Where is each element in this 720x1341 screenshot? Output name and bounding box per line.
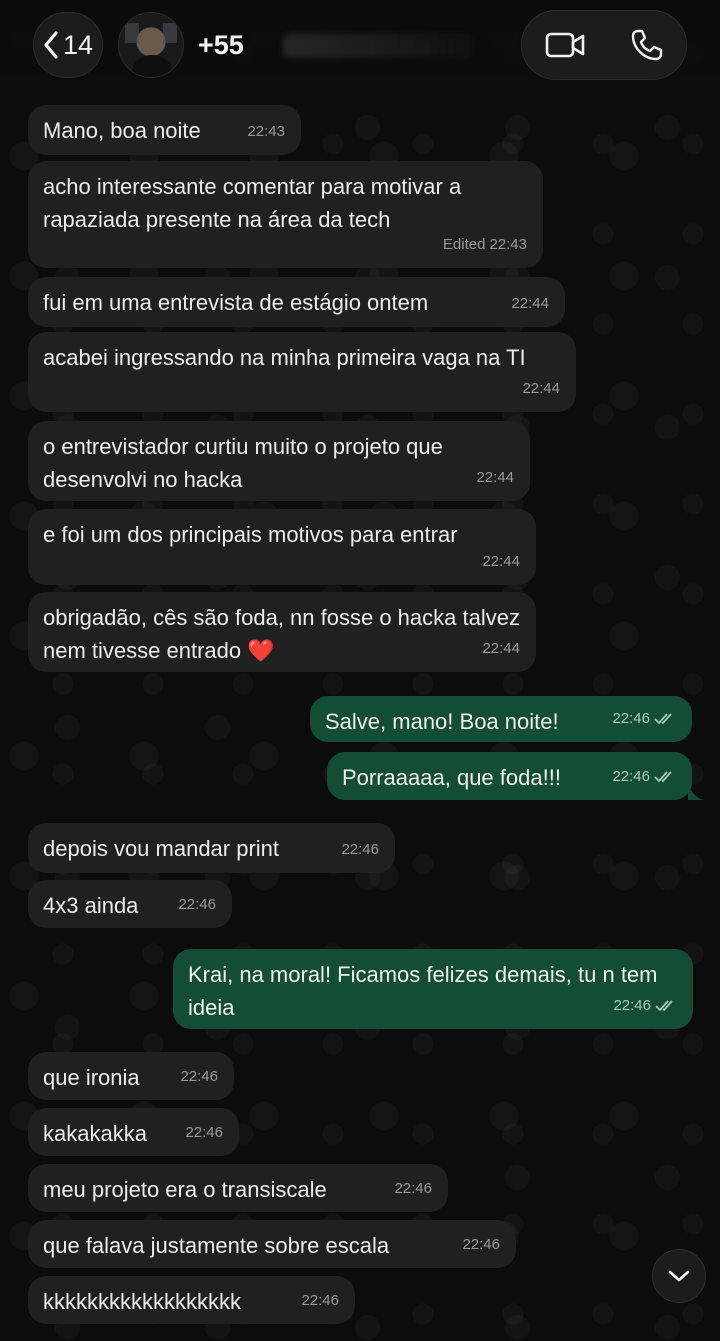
unread-count: 14 xyxy=(62,29,94,60)
message-time: 22:46 xyxy=(185,1124,223,1141)
message-time: 22:46 xyxy=(178,896,216,913)
message-bubble[interactable]: que falava justamente sobre escala 22:46 xyxy=(28,1220,516,1268)
contact-name[interactable]: +55 xyxy=(198,30,244,61)
message-bubble[interactable]: acabei ingressando na minha primeira vag… xyxy=(28,332,576,412)
voice-call-button[interactable] xyxy=(624,25,670,65)
message-bubble[interactable]: meu projeto era o transiscale 22:46 xyxy=(28,1164,448,1212)
message-text: que ironia xyxy=(43,1065,140,1090)
message-text: acho interessante comentar para motivar … xyxy=(43,174,462,232)
message-text: Porraaaaa, que foda!!! xyxy=(342,765,561,790)
message-bubble[interactable]: acho interessante comentar para motivar … xyxy=(28,161,543,268)
message-text: obrigadão, cês são foda, nn fosse o hack… xyxy=(43,605,520,663)
double-check-icon xyxy=(655,999,673,1011)
message-text: depois vou mandar print xyxy=(43,836,280,861)
message-time: 22:46 xyxy=(613,997,651,1014)
message-time: 22:46 xyxy=(612,768,650,785)
message-text: que falava justamente sobre escala xyxy=(43,1233,390,1258)
message-text: kakakakka xyxy=(43,1121,147,1146)
message-time: 22:44 xyxy=(511,295,549,312)
message-time: 22:46 xyxy=(301,1292,339,1309)
message-time: 22:46 xyxy=(180,1068,218,1085)
message-time: 22:43 xyxy=(489,236,527,253)
double-check-icon xyxy=(654,770,672,782)
message-text: Krai, na moral! Ficamos felizes demais, … xyxy=(188,962,658,1020)
chevron-down-icon xyxy=(668,1270,690,1282)
message-bubble[interactable]: o entrevistador curtiu muito o projeto q… xyxy=(28,421,530,501)
message-time: 22:43 xyxy=(247,123,285,140)
message-text: fui em uma entrevista de estágio ontem xyxy=(43,290,429,315)
chat-header: 14 +55 xyxy=(0,0,720,96)
message-bubble-sent[interactable]: Porraaaaa, que foda!!! 22:46 xyxy=(327,752,692,800)
chevron-left-icon xyxy=(44,31,58,59)
message-text: e foi um dos principais motivos para ent… xyxy=(43,522,458,547)
message-text: Mano, boa noite xyxy=(43,118,201,143)
message-bubble[interactable]: obrigadão, cês são foda, nn fosse o hack… xyxy=(28,592,536,672)
message-time: 22:46 xyxy=(341,841,379,858)
scroll-to-bottom-button[interactable] xyxy=(652,1249,706,1303)
message-bubble[interactable]: kakakakka 22:46 xyxy=(28,1108,239,1156)
back-button[interactable]: 14 xyxy=(33,12,103,78)
message-bubble-sent[interactable]: Salve, mano! Boa noite! 22:46 xyxy=(310,696,692,742)
message-bubble[interactable]: e foi um dos principais motivos para ent… xyxy=(28,509,536,585)
message-time: 22:44 xyxy=(482,553,520,570)
message-bubble[interactable]: kkkkkkkkkkkkkkkkkk 22:46 xyxy=(28,1276,355,1324)
redacted-name xyxy=(283,34,473,58)
message-text: acabei ingressando na minha primeira vag… xyxy=(43,345,526,370)
edited-label: Edited xyxy=(442,236,486,253)
message-bubble[interactable]: fui em uma entrevista de estágio ontem 2… xyxy=(28,277,565,327)
message-time: 22:46 xyxy=(462,1236,500,1253)
message-bubble[interactable]: depois vou mandar print 22:46 xyxy=(28,823,395,873)
message-bubble[interactable]: que ironia 22:46 xyxy=(28,1052,234,1100)
message-time: 22:44 xyxy=(476,469,514,486)
message-bubble[interactable]: Mano, boa noite 22:43 xyxy=(28,105,301,155)
message-time: 22:46 xyxy=(612,710,650,727)
message-time: 22:44 xyxy=(482,640,520,657)
bubble-tail xyxy=(688,784,704,800)
video-camera-icon xyxy=(545,32,585,58)
message-text: o entrevistador curtiu muito o projeto q… xyxy=(43,434,443,492)
message-text: meu projeto era o transiscale xyxy=(43,1177,327,1202)
message-time: 22:44 xyxy=(522,380,560,397)
message-text: 4x3 ainda xyxy=(43,893,139,918)
message-bubble-sent[interactable]: Krai, na moral! Ficamos felizes demais, … xyxy=(173,949,693,1029)
message-bubble[interactable]: 4x3 ainda 22:46 xyxy=(28,880,232,928)
video-call-button[interactable] xyxy=(540,27,590,63)
phone-icon xyxy=(631,29,663,61)
double-check-icon xyxy=(654,712,672,724)
message-text: Salve, mano! Boa noite! xyxy=(325,709,559,734)
message-time: 22:46 xyxy=(394,1180,432,1197)
message-text: kkkkkkkkkkkkkkkkkk xyxy=(43,1289,241,1314)
avatar[interactable] xyxy=(118,12,184,78)
